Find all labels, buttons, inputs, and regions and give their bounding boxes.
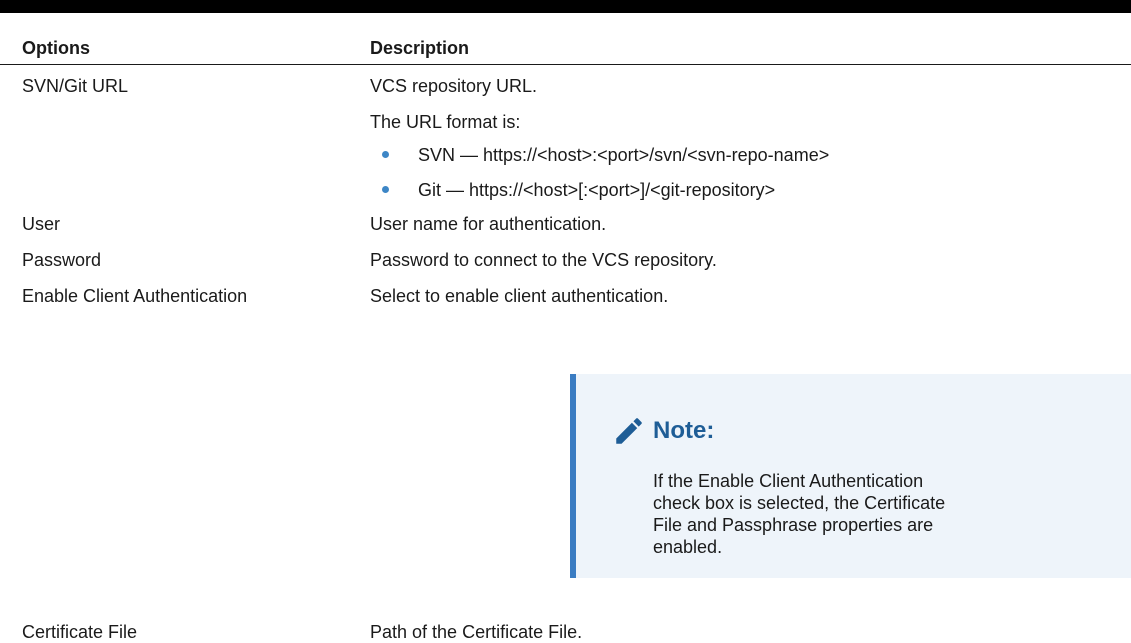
note-box: Note: If the Enable Client Authenticatio… [570, 374, 1131, 578]
option-name: Certificate File [22, 622, 138, 642]
option-description: Select to enable client authentication. [370, 286, 669, 306]
note-title: Note: [653, 417, 715, 444]
option-name: SVN/Git URL [22, 76, 129, 96]
option-description: VCS repository URL. [370, 76, 538, 96]
bullet-icon [382, 151, 389, 158]
option-description: Password to connect to the VCS repositor… [370, 250, 717, 270]
bullet-icon [382, 186, 389, 193]
header-description: Description [370, 38, 470, 58]
header-options: Options [22, 38, 90, 58]
option-name: User [22, 214, 61, 234]
top-rule [0, 0, 1131, 13]
option-description: Path of the Certificate File. [370, 622, 583, 642]
option-name: Password [22, 250, 102, 270]
option-name: Enable Client Authentication [22, 286, 248, 306]
bullet-text: Git — https://<host>[:<port>]/<git-repos… [418, 180, 776, 200]
url-format-label: The URL format is: [370, 112, 521, 132]
pencil-icon [616, 418, 642, 444]
note-body: If the Enable Client Authentication chec… [653, 471, 946, 557]
table-header-row: Options Description [0, 13, 1131, 65]
option-description: User name for authentication. [370, 214, 607, 234]
bullet-text: SVN — https://<host>:<port>/svn/<svn-rep… [418, 145, 830, 165]
